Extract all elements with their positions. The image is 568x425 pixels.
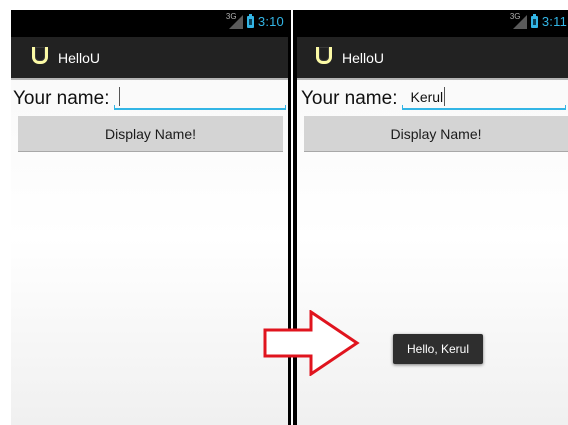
status-icons: 3G 3:10 [226,12,284,30]
status-bar: 3G 3:10 [11,10,288,37]
form-area: Your name: Display Name! [11,80,288,152]
status-clock: 3:10 [257,14,284,29]
name-input-value[interactable]: Kerul [410,87,446,106]
battery-icon [246,13,254,28]
signal-icon: 3G [226,12,243,29]
app-u-icon[interactable] [314,47,334,68]
name-input[interactable]: Kerul [402,82,566,110]
toast-message: Hello, Kerul [393,334,483,364]
app-title: HelloU [342,49,385,66]
status-clock: 3:11 [541,14,567,29]
app-u-icon[interactable] [30,47,50,68]
name-label: Your name: [13,88,110,109]
text-cursor [119,87,121,106]
text-cursor [444,87,446,106]
display-name-button[interactable]: Display Name! [18,116,283,152]
phone-screen-before: 3G 3:10 HelloU Your name: Display Name! [11,10,288,425]
name-row: Your name: [11,80,288,110]
name-row: Your name: Kerul [297,80,568,110]
display-name-button[interactable]: Display Name! [304,116,568,152]
name-input[interactable] [114,82,286,110]
app-title: HelloU [58,49,101,66]
status-icons: 3G 3:11 [510,12,567,30]
name-label: Your name: [301,88,398,109]
right-arrow-icon [263,310,360,376]
status-bar: 3G 3:11 [297,10,568,37]
signal-icon: 3G [510,12,527,29]
action-bar: HelloU [297,37,568,80]
name-input-value[interactable] [118,87,121,106]
comparison-canvas: 3G 3:10 HelloU Your name: Display Name! … [0,0,568,425]
battery-icon [530,13,538,28]
form-area: Your name: Kerul Display Name! [297,80,568,152]
action-bar: HelloU [11,37,288,80]
